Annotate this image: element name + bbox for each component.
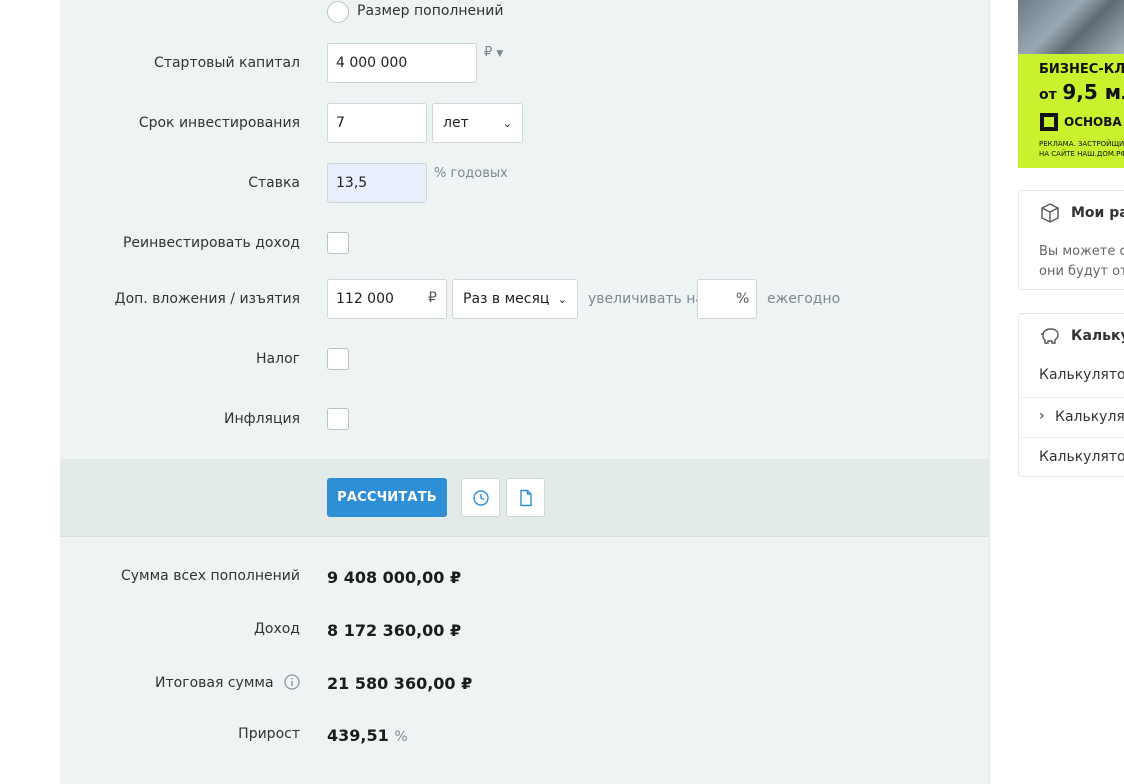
chevron-right-icon: › [1039, 408, 1045, 424]
box-icon [1041, 203, 1059, 223]
increase-label: увеличивать на [588, 291, 704, 307]
income-value: 8 172 360,00 ₽ [327, 621, 462, 640]
my-calculations-text-2: они будут отс [1039, 264, 1124, 279]
currency-symbol: ₽ [484, 45, 493, 60]
ad-headline: БИЗНЕС-КЛА [1039, 62, 1124, 77]
term-unit-select[interactable]: лет ⌄ [432, 103, 523, 143]
reinvest-checkbox[interactable] [327, 232, 349, 254]
calculator-link-3-label: Калькулятор , [1039, 449, 1124, 465]
income-label: Доход [253, 621, 300, 637]
growth-number: 439,51 [327, 726, 389, 745]
document-button[interactable] [506, 478, 545, 517]
ad-price-value: 9,5 млн [1062, 80, 1124, 104]
calculators-title: Калькул [1071, 328, 1124, 344]
extra-currency: ₽ [428, 290, 437, 306]
chevron-down-icon: ▼ [496, 49, 504, 59]
ad-disclaimer-1: РЕКЛАМА. ЗАСТРОЙЩИК ГК [1039, 140, 1124, 148]
yearly-label: ежегодно [767, 291, 841, 307]
rate-label: Ставка [248, 175, 300, 191]
extra-period-value: Раз в месяц [463, 291, 550, 307]
calculator-link-2[interactable]: › Калькулятор [1019, 397, 1124, 437]
ad-price: от 9,5 млн [1039, 80, 1124, 104]
final-sum-label: Итоговая сумма [155, 674, 300, 691]
document-icon [519, 489, 532, 506]
chevron-down-icon: ⌄ [557, 292, 567, 306]
ad-brand-logo [1040, 113, 1058, 131]
contrib-size-label: Размер пополнений [357, 3, 504, 19]
start-capital-input[interactable] [327, 43, 477, 83]
ad-brand: ОСНОВА [1064, 115, 1122, 129]
piggy-bank-icon [1041, 328, 1059, 344]
my-calculations-text-1: Вы можете со [1039, 244, 1124, 259]
increase-unit: % [736, 291, 750, 307]
inflation-label: Инфляция [223, 411, 300, 427]
currency-select[interactable]: ₽ ▼ [484, 45, 503, 60]
my-calculations-title: Мои рас [1071, 205, 1124, 221]
ad-disclaimer-2: НА САЙТЕ НАШ.ДОМ.РФ И М [1039, 150, 1124, 158]
tax-checkbox[interactable] [327, 348, 349, 370]
term-input[interactable] [327, 103, 427, 143]
total-contrib-label: Сумма всех пополнений [120, 568, 300, 584]
calculators-card: Калькул Калькулятор › Калькулятор Кальку… [1018, 313, 1124, 477]
my-calculations-card: Мои рас Вы можете со они будут отс [1018, 190, 1124, 290]
tax-label: Налог [256, 351, 300, 367]
extra-label: Доп. вложения / изъятия [114, 291, 300, 307]
info-icon[interactable] [284, 674, 300, 690]
calculate-button[interactable]: РАССЧИТАТЬ [327, 478, 447, 517]
rate-input[interactable] [327, 163, 427, 203]
reinvest-label: Реинвестировать доход [122, 235, 300, 251]
ad-price-prefix: от [1039, 87, 1057, 103]
final-sum-text: Итоговая сумма [155, 675, 274, 691]
calculator-link-2-label: Калькулятор [1055, 409, 1124, 425]
final-sum-value: 21 580 360,00 ₽ [327, 674, 473, 693]
calculator-link-3[interactable]: Калькулятор , [1019, 437, 1124, 476]
clock-icon [472, 489, 489, 506]
rate-unit: % годовых [434, 166, 508, 181]
chevron-down-icon: ⌄ [502, 116, 512, 130]
history-button[interactable] [461, 478, 500, 517]
ad-banner[interactable]: БИЗНЕС-КЛА от 9,5 млн ОСНОВА РЕКЛАМА. ЗА… [1018, 0, 1124, 168]
growth-label: Прирост [238, 726, 300, 742]
term-label: Срок инвестирования [138, 115, 300, 131]
growth-value: 439,51 % [327, 726, 408, 745]
calculator-link-1-label: Калькулятор [1039, 367, 1124, 383]
total-contrib-value: 9 408 000,00 ₽ [327, 568, 462, 587]
start-capital-label: Стартовый капитал [154, 55, 300, 71]
calculator-link-1[interactable]: Калькулятор [1019, 356, 1124, 396]
extra-period-select[interactable]: Раз в месяц ⌄ [452, 279, 578, 319]
ad-photo [1018, 0, 1124, 54]
term-unit-value: лет [443, 115, 469, 131]
contrib-size-radio[interactable] [327, 1, 349, 23]
growth-unit: % [394, 729, 408, 745]
inflation-checkbox[interactable] [327, 408, 349, 430]
